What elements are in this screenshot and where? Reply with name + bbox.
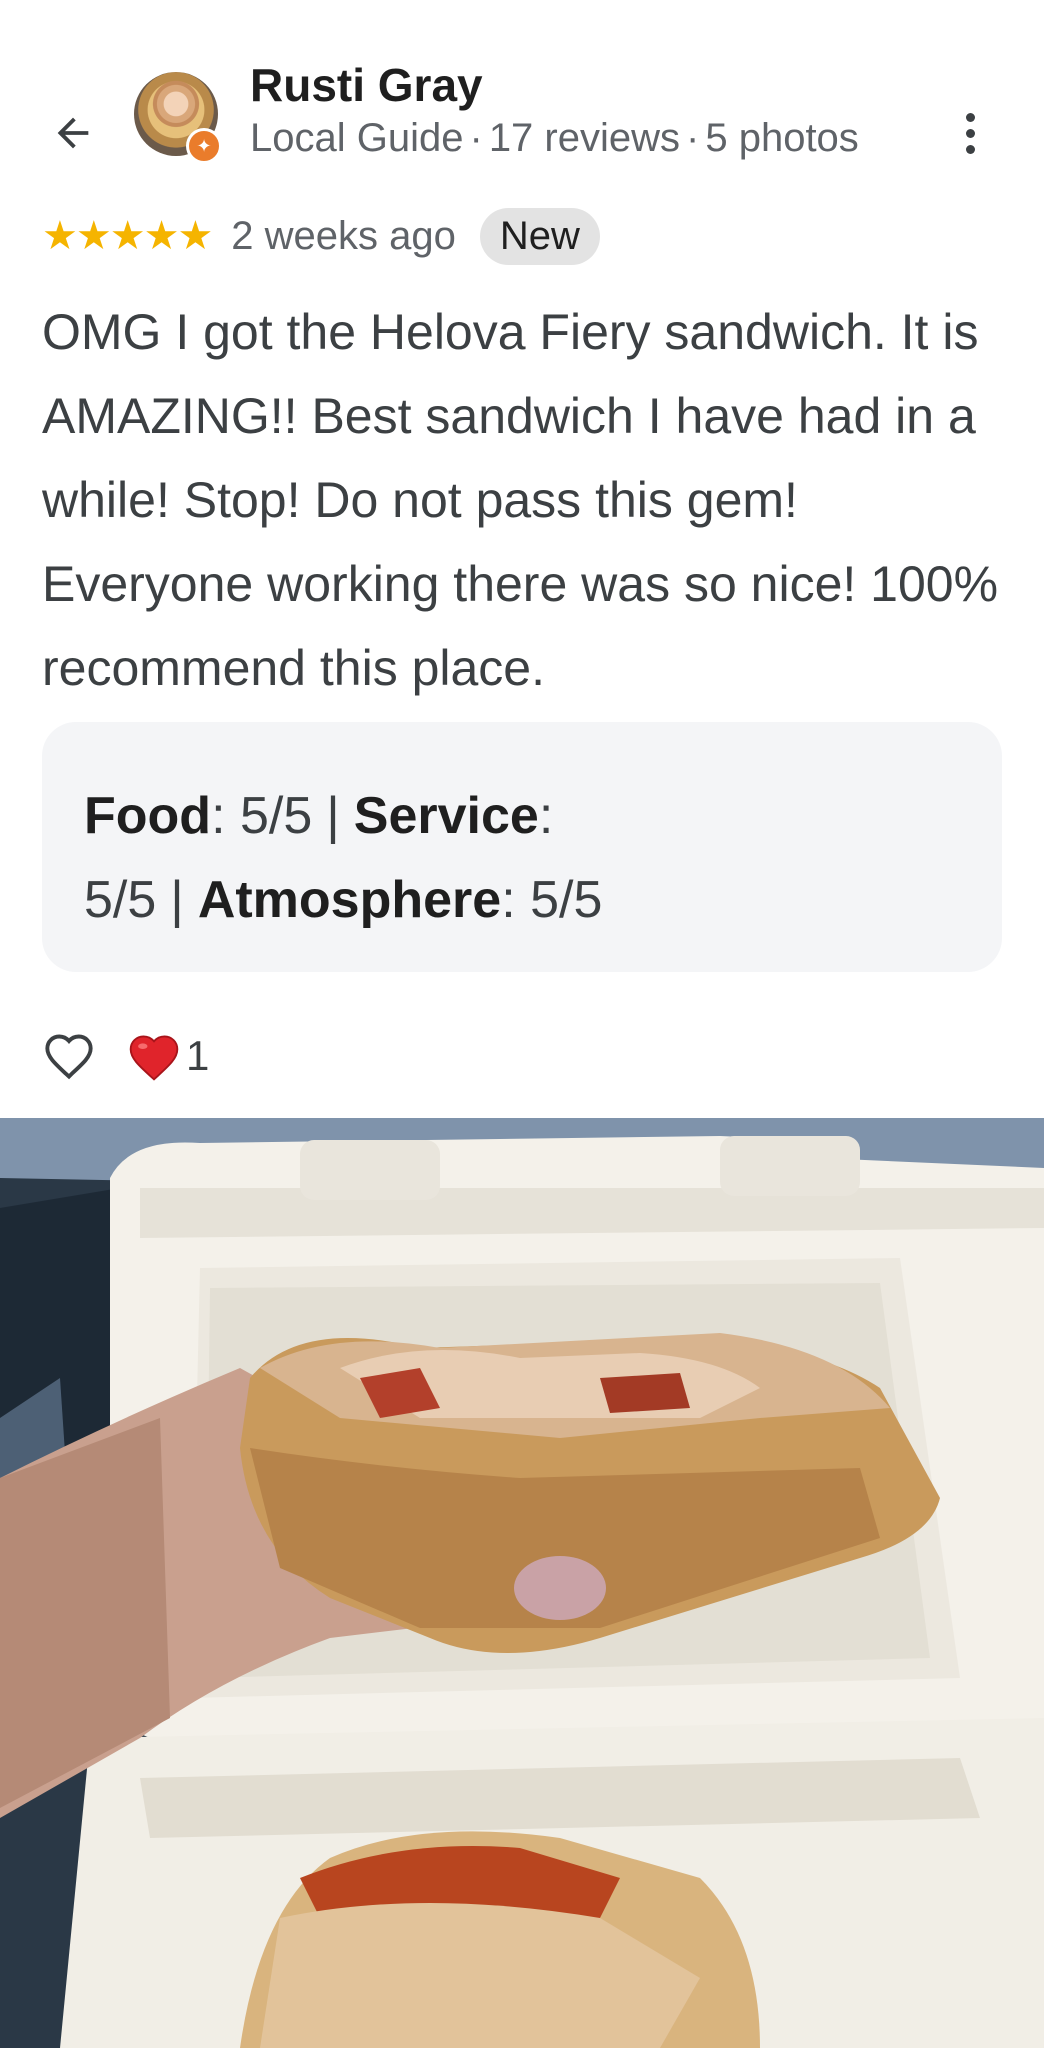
new-badge: New (479, 207, 600, 265)
like-button[interactable] (42, 1029, 96, 1083)
review-count: 17 reviews (488, 116, 681, 160)
star-rating: ★★★★★ (42, 214, 213, 258)
atmosphere-label: Atmosphere (197, 871, 502, 929)
love-reaction-button[interactable]: 1 (126, 1030, 209, 1082)
atmosphere-rating: 5/5 (530, 871, 603, 929)
photo-count: 5 photos (705, 116, 859, 160)
more-options-button[interactable] (950, 100, 990, 166)
aspect-ratings: Food: 5/5 | Service: 5/5 | Atmosphere: 5/5 (84, 787, 603, 929)
aspect-separator: | (170, 871, 184, 929)
red-heart-icon (129, 1035, 179, 1081)
service-rating: 5/5 (84, 871, 157, 929)
aspect-separator: | (326, 787, 340, 845)
meta-separator: · (686, 116, 700, 160)
review-photo[interactable] (0, 1118, 1044, 2048)
more-vertical-icon-dot (965, 128, 975, 138)
service-label: Service (353, 787, 539, 845)
heart-outline-icon (45, 1034, 93, 1080)
back-button[interactable] (40, 100, 106, 166)
reviewer-meta: Local Guide · 17 reviews · 5 photos (250, 116, 859, 161)
reactions-row: 1 (42, 1024, 209, 1088)
review-date: 2 weeks ago (231, 213, 456, 258)
food-rating: 5/5 (239, 787, 313, 845)
more-vertical-icon (965, 112, 975, 122)
rating-row: ★★★★★ 2 weeks ago New (42, 206, 600, 266)
local-guide-badge-icon: ✦ (186, 128, 222, 164)
sandwich-photo (0, 1118, 1044, 2048)
arrow-back-icon (57, 117, 89, 149)
local-guide-label: Local Guide (250, 116, 464, 160)
more-vertical-icon-dot (965, 144, 975, 154)
meta-separator: · (469, 116, 483, 160)
review-header: ✦ Rusti Gray Local Guide · 17 reviews · 5 ph… (0, 0, 1044, 200)
reviewer-name[interactable]: Rusti Gray (250, 58, 483, 112)
review-text: OMG I got the Helova Fiery sandwich. It … (42, 304, 999, 696)
love-count: 1 (186, 1032, 210, 1079)
food-label: Food (84, 787, 212, 845)
aspect-ratings-box: Food: 5/5 | Service: 5/5 | Atmosphere: 5/5 (42, 722, 1002, 972)
